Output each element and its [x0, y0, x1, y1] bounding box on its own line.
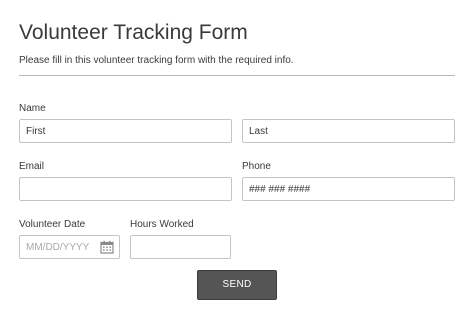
header-divider: [19, 75, 455, 76]
phone-input[interactable]: [242, 177, 455, 201]
email-input[interactable]: [19, 177, 232, 201]
hours-worked-label: Hours Worked: [130, 219, 194, 230]
hours-worked-input[interactable]: [130, 235, 231, 259]
last-name-input[interactable]: [242, 119, 455, 143]
form-subtitle: Please fill in this volunteer tracking f…: [19, 55, 294, 66]
volunteer-date-label: Volunteer Date: [19, 219, 86, 230]
volunteer-form: Volunteer Tracking Form Please fill in t…: [0, 0, 474, 320]
name-label: Name: [19, 103, 46, 114]
volunteer-date-input[interactable]: [20, 236, 98, 258]
form-title: Volunteer Tracking Form: [19, 21, 248, 44]
phone-label: Phone: [242, 161, 271, 172]
send-button[interactable]: SEND: [197, 270, 277, 300]
volunteer-date-field[interactable]: [19, 235, 120, 259]
calendar-icon[interactable]: [100, 240, 114, 254]
email-label: Email: [19, 161, 45, 172]
first-name-input[interactable]: [19, 119, 232, 143]
